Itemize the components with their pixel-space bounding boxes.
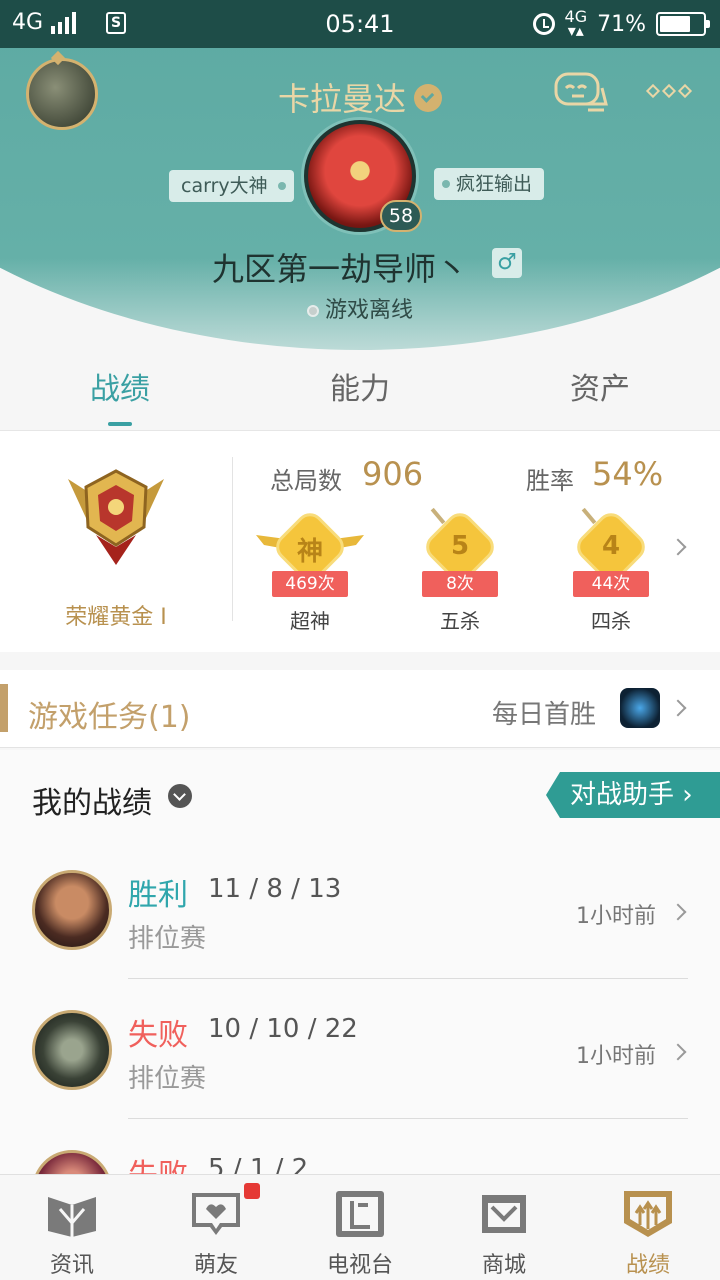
status-dot-icon xyxy=(306,305,319,317)
records-title[interactable]: 我的战绩 xyxy=(32,778,152,822)
match-records: 我的战绩 对战助手 › 胜利 11 / 8 / 13 排位赛 1小时前 失败 1… xyxy=(0,750,720,1174)
dropdown-caret-icon[interactable] xyxy=(168,784,192,808)
stats-card[interactable]: 荣耀黄金 I 总局数 906 胜率 54% 神 469次 超神 5 8次 五杀 … xyxy=(0,430,720,652)
tag-carry: carry大神 xyxy=(169,170,294,202)
match-kda: 5 / 1 / 2 xyxy=(208,1154,309,1174)
verified-icon xyxy=(414,84,442,112)
tab-assets[interactable]: 资产 xyxy=(480,368,720,430)
tab-records[interactable]: 战绩 xyxy=(0,368,240,430)
daily-first-win: 每日首胜 xyxy=(492,700,597,730)
champion-avatar xyxy=(32,1150,112,1174)
match-kda: 11 / 8 / 13 xyxy=(208,874,342,904)
chat-scroll-icon[interactable] xyxy=(552,70,610,116)
notification-dot xyxy=(244,1183,260,1199)
match-result: 失败 xyxy=(128,1150,188,1174)
win-rate-value: 54% xyxy=(592,455,664,493)
online-status: 游戏离线 xyxy=(0,292,720,324)
total-games-value: 906 xyxy=(362,455,424,493)
battery-icon xyxy=(656,12,710,36)
nav-shop[interactable]: 商城 xyxy=(432,1175,576,1280)
match-chevron-icon xyxy=(669,903,687,921)
nav-friends[interactable]: 萌友 xyxy=(144,1175,288,1280)
alarm-icon xyxy=(532,13,555,35)
battle-assistant-button[interactable]: 对战助手 › xyxy=(546,772,720,818)
champion-avatar xyxy=(32,870,112,950)
match-chevron-icon xyxy=(669,1043,687,1061)
server-name[interactable]: 卡拉曼达 xyxy=(0,74,720,120)
achievement-penta-kill: 5 8次 五杀 xyxy=(410,507,510,633)
quest-row[interactable]: 游戏任务(1) 每日首胜 xyxy=(0,670,720,748)
match-kda: 10 / 10 / 22 xyxy=(208,1014,358,1044)
status-bar: 4G S 05:41 4G ▾▴ 71% xyxy=(0,0,720,48)
win-rate-label: 胜率 xyxy=(526,467,574,495)
achievement-legendary: 神 469次 超神 xyxy=(256,507,364,633)
level-badge: 58 xyxy=(380,200,422,232)
achievement-quadra-kill: 4 44次 四杀 xyxy=(561,507,661,633)
chat-heart-icon xyxy=(192,1193,240,1235)
nav-tv[interactable]: 电视台 xyxy=(288,1175,432,1280)
match-time: 1小时前 xyxy=(576,904,656,929)
total-games-label: 总局数 xyxy=(270,467,342,495)
champion-avatar xyxy=(32,1010,112,1090)
quest-chevron-icon[interactable] xyxy=(669,699,687,717)
shop-icon xyxy=(482,1195,526,1233)
nav-news[interactable]: 资讯 xyxy=(0,1175,144,1280)
match-row[interactable]: 失败 5 / 1 / 2 xyxy=(0,1150,720,1174)
rank-name: 荣耀黄金 I xyxy=(65,605,167,630)
match-result: 失败 xyxy=(128,1018,188,1053)
shield-arrows-icon xyxy=(624,1191,672,1237)
match-time: 1小时前 xyxy=(576,1044,656,1069)
more-icon[interactable] xyxy=(645,83,693,99)
gender-male-icon: ♂ xyxy=(492,248,522,278)
gold-rank-badge-icon xyxy=(68,469,164,565)
match-mode: 排位赛 xyxy=(128,1064,207,1094)
profile-header: 卡拉曼达 carry大神 58 疯狂输出 九区第一劫导师丶 ♂ 游戏离线 战绩 … xyxy=(0,48,720,430)
tab-ability[interactable]: 能力 xyxy=(240,368,480,430)
bottom-nav: 资讯 萌友 电视台 商城 战绩 xyxy=(0,1174,720,1280)
match-mode: 排位赛 xyxy=(128,924,207,954)
player-name: 九区第一劫导师丶 xyxy=(211,250,468,288)
match-result: 胜利 xyxy=(128,878,188,913)
quest-title: 游戏任务(1) xyxy=(28,700,191,735)
tag-output: 疯狂输出 xyxy=(434,168,545,200)
match-row[interactable]: 胜利 11 / 8 / 13 排位赛 1小时前 xyxy=(0,870,720,1010)
crystal-reward-icon xyxy=(620,688,660,728)
tv-icon xyxy=(336,1191,384,1237)
profile-tabs: 战绩 能力 资产 xyxy=(0,368,720,430)
book-icon xyxy=(48,1197,96,1237)
nav-records[interactable]: 战绩 xyxy=(576,1175,720,1280)
stats-chevron-icon[interactable] xyxy=(669,538,687,556)
battery-percent: 71% xyxy=(597,11,646,37)
match-row[interactable]: 失败 10 / 10 / 22 排位赛 1小时前 xyxy=(0,1010,720,1150)
data-4g-icon: 4G ▾▴ xyxy=(564,7,588,40)
